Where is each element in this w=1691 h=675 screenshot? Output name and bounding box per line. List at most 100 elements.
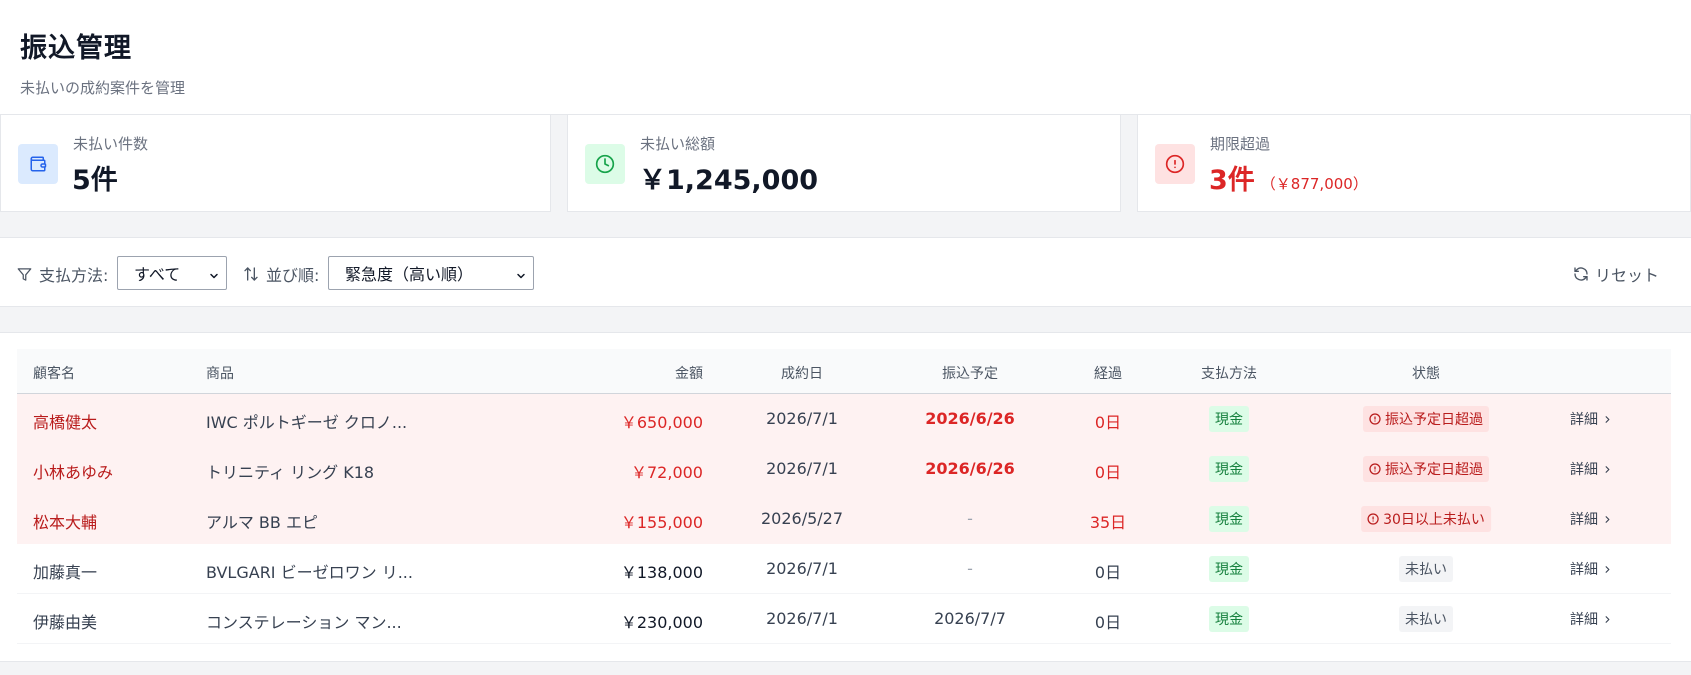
stat-value: ￥1,245,000	[639, 165, 819, 196]
status-text: 振込予定日超過	[1385, 462, 1483, 478]
stat-label: 期限超過	[1210, 135, 1271, 153]
chevron-right-icon	[1602, 414, 1613, 425]
due-date: 2026/6/26	[925, 459, 1015, 478]
refresh-icon	[1573, 266, 1589, 282]
detail-link[interactable]: 詳細	[1570, 409, 1613, 429]
contract-date: 2026/7/1	[766, 459, 838, 478]
status-badge: 振込予定日超過	[1363, 406, 1489, 432]
col-contract-date[interactable]: 成約日	[781, 363, 823, 383]
alert-circle-icon	[1369, 463, 1381, 475]
payment-method-selected: すべて	[134, 265, 181, 284]
payment-method-filter-label: 支払方法:	[17, 262, 108, 286]
chevron-down-icon	[515, 267, 527, 286]
product-name: トリニティ リング K18	[206, 463, 375, 482]
sort-select[interactable]: 緊急度（高い順）	[328, 256, 534, 290]
filter-icon	[17, 267, 32, 282]
customer-name: 伊藤由美	[33, 613, 98, 632]
detail-label: 詳細	[1570, 562, 1598, 578]
chevron-right-icon	[1602, 464, 1613, 475]
col-amount[interactable]: 金額	[675, 363, 703, 383]
detail-label: 詳細	[1570, 412, 1598, 428]
status-badge: 未払い	[1399, 606, 1453, 632]
page-header: 振込管理 未払いの成約案件を管理	[0, 0, 1691, 115]
table-row[interactable]: 伊藤由美 コンステレーション マン... ￥230,000 2026/7/1 2…	[17, 594, 1671, 644]
elapsed-days: 0日	[1094, 613, 1122, 632]
stat-value: 5件	[72, 165, 118, 196]
table-row[interactable]: 加藤真一 BVLGARI ビーゼロワン リ... ￥138,000 2026/7…	[17, 544, 1671, 594]
payments-table-card: 顧客名 商品 金額 成約日 振込予定 経過 支払方法 状態 高橋健太 IWC ポ…	[0, 332, 1691, 662]
customer-name: 高橋健太	[33, 413, 98, 432]
sort-label: 並び順:	[266, 266, 320, 285]
contract-date: 2026/5/27	[760, 509, 844, 528]
status-text: 未払い	[1405, 562, 1447, 578]
col-elapsed[interactable]: 経過	[1094, 363, 1122, 383]
sort-selected: 緊急度（高い順）	[345, 265, 474, 284]
contract-date: 2026/7/1	[766, 609, 838, 628]
customer-name: 松本大輔	[33, 513, 98, 532]
detail-label: 詳細	[1570, 512, 1598, 528]
detail-label: 詳細	[1570, 462, 1598, 478]
payments-table: 顧客名 商品 金額 成約日 振込予定 経過 支払方法 状態 高橋健太 IWC ポ…	[17, 349, 1671, 644]
status-text: 未払い	[1405, 612, 1447, 628]
wallet-icon	[18, 144, 58, 184]
detail-link[interactable]: 詳細	[1570, 559, 1613, 579]
alert-circle-icon	[1369, 413, 1381, 425]
product-name: コンステレーション マン...	[206, 613, 402, 632]
page-subtitle: 未払いの成約案件を管理	[20, 79, 186, 97]
detail-link[interactable]: 詳細	[1570, 509, 1613, 529]
payment-method-badge: 現金	[1209, 556, 1249, 582]
payment-method-badge: 現金	[1209, 456, 1249, 482]
stats-cards: 未払い件数 5件 未払い総額 ￥1,245,000 期限超過 3件 （￥877,0…	[0, 115, 1691, 212]
stat-card-unpaid-total: 未払い総額 ￥1,245,000	[567, 115, 1121, 212]
amount: ￥72,000	[631, 463, 703, 482]
col-method[interactable]: 支払方法	[1201, 363, 1257, 383]
detail-label: 詳細	[1570, 612, 1598, 628]
status-text: 振込予定日超過	[1385, 412, 1483, 428]
table-row[interactable]: 小林あゆみ トリニティ リング K18 ￥72,000 2026/7/1 202…	[17, 444, 1671, 494]
stat-label: 未払い件数	[73, 135, 149, 153]
due-date: -	[967, 559, 973, 578]
reset-label: リセット	[1594, 266, 1659, 285]
payment-method-badge: 現金	[1209, 406, 1249, 432]
product-name: BVLGARI ビーゼロワン リ...	[206, 563, 413, 582]
chevron-right-icon	[1602, 564, 1613, 575]
alert-circle-icon	[1367, 513, 1379, 525]
contract-date: 2026/7/1	[766, 559, 838, 578]
overdue-amount: （￥877,000）	[1260, 175, 1368, 193]
table-row[interactable]: 松本大輔 アルマ BB エピ ￥155,000 2026/5/27 - 35日 …	[17, 494, 1671, 544]
status-badge: 未払い	[1399, 556, 1453, 582]
col-product[interactable]: 商品	[206, 363, 234, 383]
filter-bar: 支払方法: すべて 並び順: 緊急度（高い順） リセット	[0, 237, 1691, 307]
detail-link[interactable]: 詳細	[1570, 609, 1613, 629]
page-title: 振込管理	[20, 33, 132, 64]
amount: ￥650,000	[620, 413, 703, 432]
payment-method-select[interactable]: すべて	[117, 256, 227, 290]
col-due-date[interactable]: 振込予定	[942, 363, 998, 383]
sort-icon	[243, 266, 259, 282]
table-header: 顧客名 商品 金額 成約日 振込予定 経過 支払方法 状態	[17, 349, 1671, 394]
status-text: 30日以上未払い	[1383, 512, 1485, 528]
stat-value: 3件 （￥877,000）	[1209, 158, 1368, 197]
customer-name: 小林あゆみ	[33, 463, 114, 482]
due-date: 2026/7/7	[934, 609, 1006, 628]
due-date: -	[967, 509, 973, 528]
elapsed-days: 0日	[1094, 413, 1122, 432]
due-date: 2026/6/26	[925, 409, 1015, 428]
col-customer[interactable]: 顧客名	[33, 363, 75, 383]
table-row[interactable]: 高橋健太 IWC ポルトギーゼ クロノ... ￥650,000 2026/7/1…	[17, 394, 1671, 444]
product-name: IWC ポルトギーゼ クロノ...	[206, 413, 408, 432]
elapsed-days: 0日	[1094, 463, 1122, 482]
elapsed-days: 35日	[1089, 513, 1127, 532]
payment-method-label: 支払方法:	[39, 266, 109, 285]
detail-link[interactable]: 詳細	[1570, 459, 1613, 479]
chevron-down-icon	[208, 267, 220, 286]
chevron-right-icon	[1602, 514, 1613, 525]
col-status[interactable]: 状態	[1412, 363, 1440, 383]
elapsed-days: 0日	[1094, 563, 1122, 582]
stat-card-unpaid-count: 未払い件数 5件	[0, 115, 551, 212]
overdue-count: 3件	[1209, 165, 1255, 196]
stat-card-overdue: 期限超過 3件 （￥877,000）	[1137, 115, 1691, 212]
alert-circle-icon	[1155, 144, 1195, 184]
reset-button[interactable]: リセット	[1573, 262, 1659, 286]
status-badge: 30日以上未払い	[1361, 506, 1491, 532]
